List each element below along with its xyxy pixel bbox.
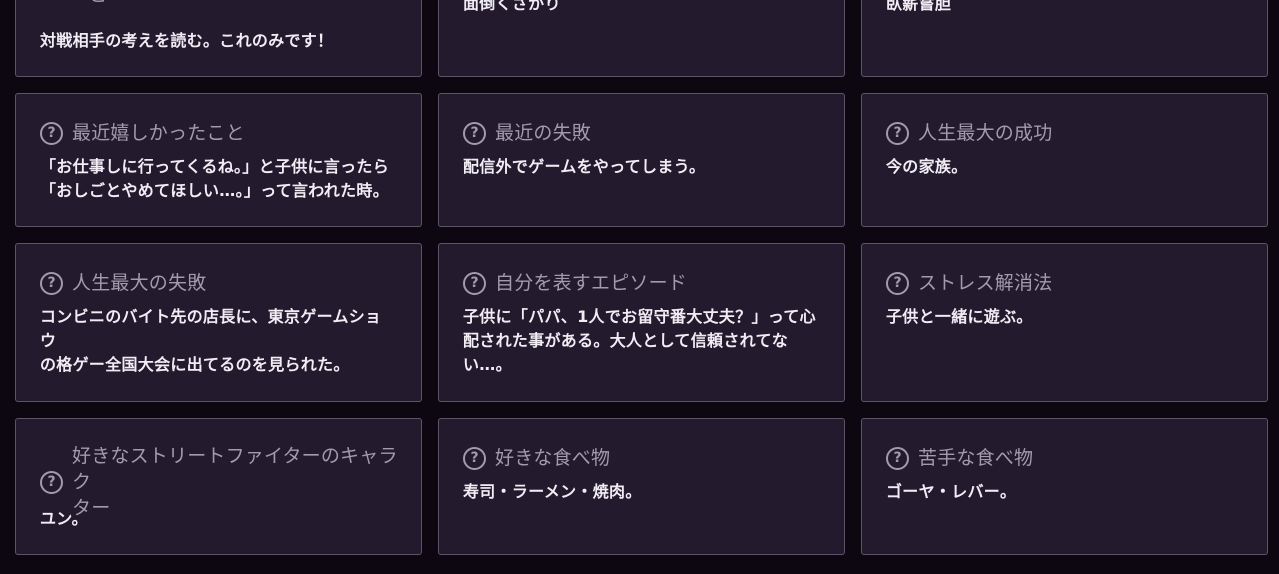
qa-card: ? 好きなストリートファイターのキャラク ター ユン。: [15, 418, 422, 555]
question-header: ? 自分を表すエピソード: [463, 270, 824, 296]
qa-card: と 対戦相手の考えを読む。これのみです！: [15, 0, 422, 77]
answer-text: 臥薪嘗胆: [886, 0, 952, 13]
answer-text: 今の家族。: [886, 157, 968, 176]
question-circle-icon: ?: [886, 121, 909, 145]
question-header: ? 最近の失敗: [463, 120, 824, 146]
question-label: 人生最大の成功: [918, 122, 1053, 144]
answer-text: 配信外でゲームをやってしまう。: [463, 157, 706, 176]
question-header: ? ストレス解消法: [886, 270, 1247, 296]
qa-card: ? 人生最大の成功 今の家族。: [861, 93, 1268, 227]
question-label: 最近嬉しかったこと: [72, 122, 245, 144]
question-header: ? 人生最大の失敗: [40, 270, 401, 296]
question-label: と: [88, 0, 107, 5]
qa-card: ? ストレス解消法 子供と一緒に遊ぶ。: [861, 243, 1268, 402]
qa-card: 臥薪嘗胆: [861, 0, 1268, 77]
answer-text: 子供と一緒に遊ぶ。: [886, 307, 1033, 326]
profile-qa-grid: と 対戦相手の考えを読む。これのみです！ 面倒くさがり 臥薪嘗胆 ? 最近嬉しか…: [0, 0, 1279, 574]
question-circle-icon: ?: [886, 271, 909, 295]
question-header: ? 人生最大の成功: [886, 120, 1247, 146]
qa-card: ? 最近嬉しかったこと 「お仕事しに行ってくるね。」と子供に言ったら 「おしごと…: [15, 93, 422, 227]
question-circle-icon: ?: [463, 446, 486, 470]
answer-text: ユン。: [40, 509, 88, 528]
qa-card: ? 最近の失敗 配信外でゲームをやってしまう。: [438, 93, 845, 227]
question-circle-icon: ?: [40, 121, 63, 145]
question-label: 好きな食べ物: [495, 447, 611, 469]
question-header: ? 苦手な食べ物: [886, 445, 1247, 471]
answer-text: 面倒くさがり: [463, 0, 561, 13]
question-header: ? 最近嬉しかったこと: [40, 120, 401, 146]
answer-text: 子供に「パパ、1人でお留守番大丈夫？」って心 配された事がある。大人として信頼さ…: [463, 307, 816, 374]
question-label: ストレス解消法: [918, 272, 1053, 294]
qa-card: 面倒くさがり: [438, 0, 845, 77]
question-label: 苦手な食べ物: [918, 447, 1034, 469]
question-label: 自分を表すエピソード: [495, 272, 688, 294]
question-header: ? 好きな食べ物: [463, 445, 824, 471]
question-circle-icon: ?: [40, 470, 63, 494]
question-label: 人生最大の失敗: [72, 272, 207, 294]
qa-card: ? 人生最大の失敗 コンビニのバイト先の店長に、東京ゲームショウ の格ゲー全国大…: [15, 243, 422, 402]
qa-card: ? 苦手な食べ物 ゴーヤ・レバー。: [861, 418, 1268, 555]
qa-card: ? 好きな食べ物 寿司・ラーメン・焼肉。: [438, 418, 845, 555]
answer-text: ゴーヤ・レバー。: [886, 482, 1017, 501]
question-circle-icon: ?: [463, 121, 486, 145]
question-circle-icon: ?: [886, 446, 909, 470]
question-label: 最近の失敗: [495, 122, 592, 144]
question-circle-icon: ?: [463, 271, 486, 295]
question-circle-icon: ?: [40, 271, 63, 295]
answer-text: 「お仕事しに行ってくるね。」と子供に言ったら 「おしごとやめてほしい…。」って言…: [40, 157, 390, 200]
qa-card: ? 自分を表すエピソード 子供に「パパ、1人でお留守番大丈夫？」って心 配された…: [438, 243, 845, 402]
answer-text: 対戦相手の考えを読む。これのみです！: [40, 31, 334, 50]
answer-text: コンビニのバイト先の店長に、東京ゲームショウ の格ゲー全国大会に出てるのを見られ…: [40, 307, 382, 374]
answer-text: 寿司・ラーメン・焼肉。: [463, 482, 642, 501]
